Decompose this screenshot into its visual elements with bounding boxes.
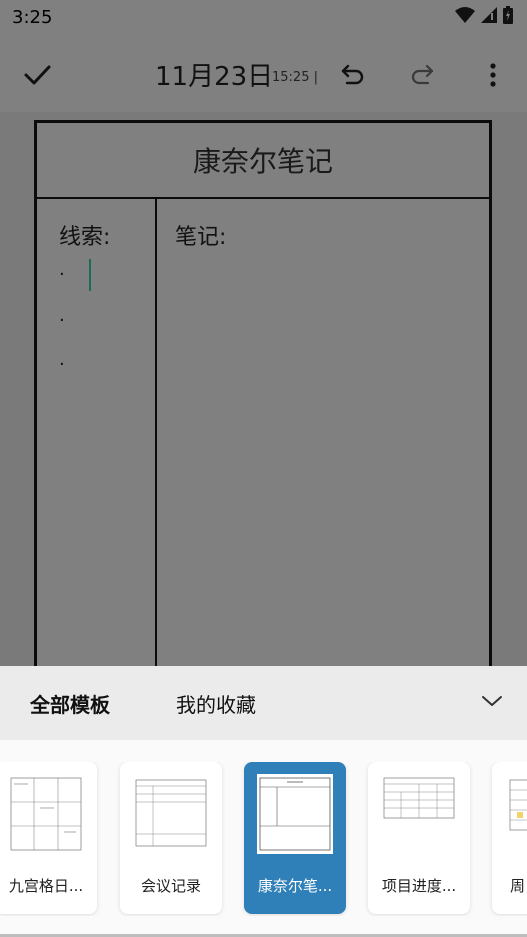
status-time: 3:25 bbox=[12, 7, 53, 28]
template-card-meeting-record[interactable]: 会议记录 bbox=[120, 762, 222, 914]
editor-toolbar: 11月23日 15:25 | bbox=[0, 36, 527, 112]
clue-bullet[interactable]: . bbox=[59, 259, 65, 280]
cornell-note-page[interactable]: 康奈尔笔记 线索: 笔记: . . . bbox=[34, 120, 492, 680]
wifi-icon bbox=[455, 7, 475, 23]
project-thumbnail-icon bbox=[383, 777, 455, 819]
note-date: 11月23日 bbox=[155, 62, 274, 92]
cornell-thumbnail-icon bbox=[259, 777, 331, 851]
clues-label: 线索: bbox=[59, 225, 111, 250]
clue-bullet[interactable]: . bbox=[59, 305, 65, 326]
template-label: 会议记录 bbox=[140, 877, 201, 895]
redo-icon[interactable] bbox=[405, 58, 439, 92]
chevron-down-icon[interactable] bbox=[479, 688, 505, 714]
template-panel: 全部模板 我的收藏 九宫格日... 会议记录 康奈尔笔... 项目进度... 周 bbox=[0, 666, 527, 937]
tab-my-favorites[interactable]: 我的收藏 bbox=[176, 689, 256, 718]
meeting-thumbnail-icon bbox=[135, 779, 207, 847]
tab-all-templates[interactable]: 全部模板 bbox=[30, 689, 110, 718]
template-thumbnail bbox=[507, 774, 527, 854]
template-card-weekly[interactable]: 周 bbox=[492, 762, 527, 914]
template-label: 项目进度... bbox=[381, 877, 457, 895]
status-icons bbox=[455, 6, 513, 24]
note-title: 康奈尔笔记 bbox=[37, 123, 489, 199]
template-thumbnail bbox=[257, 774, 333, 854]
template-list: 九宫格日... 会议记录 康奈尔笔... 项目进度... 周 bbox=[0, 762, 527, 916]
status-bar: 3:25 bbox=[0, 0, 527, 36]
column-divider bbox=[155, 197, 157, 677]
template-label: 九宫格日... bbox=[8, 877, 84, 895]
template-card-cornell[interactable]: 康奈尔笔... bbox=[244, 762, 346, 914]
template-card-project-progress[interactable]: 项目进度... bbox=[368, 762, 470, 914]
template-thumbnail bbox=[381, 774, 457, 854]
weekly-thumbnail-icon bbox=[509, 779, 527, 831]
template-thumbnail bbox=[8, 774, 84, 854]
undo-icon[interactable] bbox=[336, 58, 370, 92]
template-card-nine-grid[interactable]: 九宫格日... bbox=[0, 762, 97, 914]
signal-icon bbox=[481, 7, 497, 23]
notes-label: 笔记: bbox=[175, 225, 227, 250]
note-time: 15:25 | bbox=[272, 70, 318, 85]
template-thumbnail bbox=[133, 774, 209, 854]
text-cursor bbox=[89, 259, 91, 291]
template-label: 周 bbox=[510, 877, 526, 895]
template-tabs: 全部模板 我的收藏 bbox=[0, 666, 527, 740]
clue-bullet[interactable]: . bbox=[59, 349, 65, 370]
template-label: 康奈尔笔... bbox=[257, 877, 333, 895]
nine-grid-thumbnail-icon bbox=[10, 777, 82, 851]
more-options-icon[interactable] bbox=[476, 58, 510, 92]
confirm-check-icon[interactable] bbox=[20, 58, 54, 92]
battery-icon bbox=[503, 6, 513, 24]
